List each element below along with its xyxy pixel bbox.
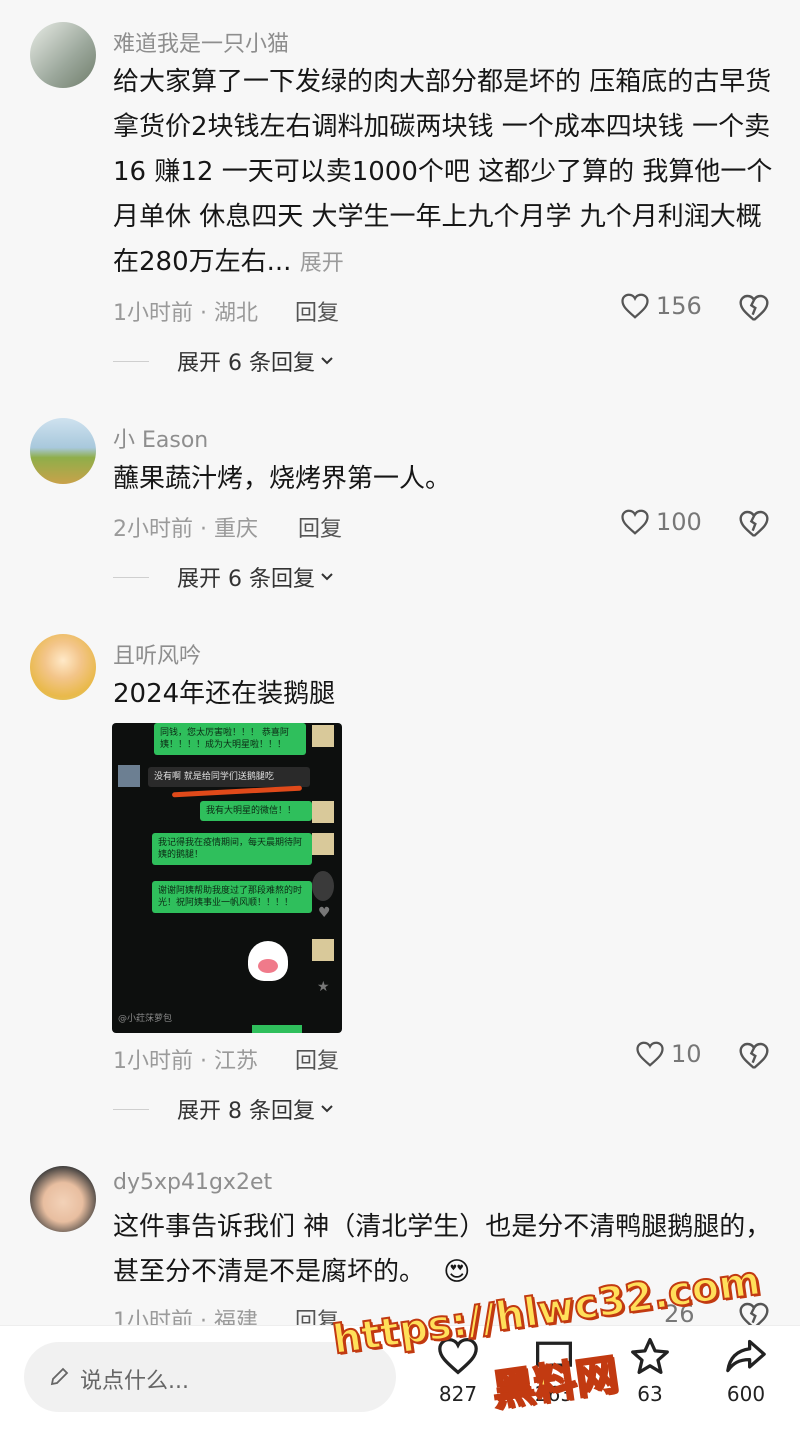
like-count: 10	[671, 1040, 702, 1068]
image-footer: @小荭莯萝包	[118, 1014, 173, 1024]
favorite-action[interactable]: 63	[610, 1336, 690, 1406]
comment-image[interactable]: 同钱，您太厉害啦！！！ 恭喜阿姨！！！！成为大明星啦！！！ 没有啊 就是给同学们…	[112, 723, 342, 1033]
comment-input-placeholder: 说点什么...	[80, 1369, 189, 1394]
expand-replies[interactable]: 展开 6 条回复	[113, 345, 335, 377]
expand-replies-label: 展开 6 条回复	[177, 351, 315, 376]
comment-text: 给大家算了一下发绿的肉大部分都是坏的 压箱底的古早货 拿货价2块钱左右调料加碳两…	[113, 60, 783, 286]
comment-username[interactable]: 难道我是一只小猫	[113, 26, 289, 58]
like-button[interactable]: 100	[620, 508, 702, 536]
share-action[interactable]: 600	[706, 1336, 786, 1406]
share-icon	[726, 1339, 766, 1373]
like-action-count: 827	[438, 1382, 478, 1406]
chevron-down-icon	[321, 573, 333, 581]
broken-heart-icon[interactable]	[738, 292, 770, 324]
avatar[interactable]	[30, 1166, 96, 1232]
avatar-thumb	[118, 765, 140, 787]
avatar[interactable]	[30, 22, 96, 88]
avatar-thumb	[312, 801, 334, 823]
avatar[interactable]	[30, 634, 96, 700]
avatar-thumb	[312, 871, 334, 901]
avatar-thumb	[312, 939, 334, 961]
chat-bubble: 我记得我在疫情期间，每天晨期待阿姨的鹅腿！	[152, 833, 312, 865]
like-count: 100	[656, 508, 702, 536]
chevron-down-icon	[321, 357, 333, 365]
heart-icon: ♥	[318, 905, 331, 921]
expand-replies-label: 展开 6 条回复	[177, 567, 315, 592]
broken-heart-icon[interactable]	[738, 1040, 770, 1072]
comment-meta: 1小时前 · 江苏	[113, 1049, 258, 1074]
comment-text: 2024年还在装鹅腿	[113, 679, 336, 709]
star-icon	[631, 1338, 669, 1374]
expand-replies-label: 展开 8 条回复	[177, 1099, 315, 1124]
like-button[interactable]: 156	[620, 292, 702, 320]
comment-meta: 1小时前 · 湖北	[113, 301, 258, 326]
chat-bubble: 谢谢阿姨帮助我度过了那段难熬的时光！祝阿姨事业一帆风顺！！！！	[152, 881, 312, 913]
comment-meta: 2小时前 · 重庆	[113, 517, 258, 542]
star-icon: ★	[317, 979, 330, 995]
divider	[113, 360, 149, 362]
favorite-action-count: 63	[637, 1382, 663, 1406]
share-action-count: 600	[726, 1382, 766, 1406]
reply-button[interactable]: 回复	[298, 511, 342, 543]
avatar-thumb	[312, 833, 334, 855]
divider	[113, 1108, 149, 1110]
comment-username[interactable]: 且听风吟	[113, 638, 201, 670]
comment-username[interactable]: 小 Eason	[113, 422, 208, 454]
heart-icon	[636, 1041, 664, 1067]
expand-text-link[interactable]: 展开	[300, 251, 344, 276]
avatar[interactable]	[30, 418, 96, 484]
emoji: 😍	[443, 1257, 471, 1287]
broken-heart-icon[interactable]	[738, 508, 770, 540]
sticker-face	[258, 959, 278, 973]
chat-bubble: 同钱，您太厉害啦！！！ 恭喜阿姨！！！！成为大明星啦！！！	[154, 723, 306, 755]
chat-bubble	[252, 1025, 302, 1033]
reply-button[interactable]: 回复	[295, 295, 339, 327]
comment-username[interactable]: dy5xp41gx2et	[113, 1170, 272, 1195]
like-button[interactable]: 10	[635, 1040, 702, 1068]
like-count: 156	[656, 292, 702, 320]
chevron-down-icon	[321, 1105, 333, 1113]
comment-text: 蘸果蔬汁烤，烧烤界第一人。	[113, 464, 452, 494]
heart-icon	[621, 509, 649, 535]
divider	[113, 576, 149, 578]
reply-button[interactable]: 回复	[295, 1043, 339, 1075]
heart-icon	[621, 293, 649, 319]
chat-bubble: 我有大明星的微信！！	[200, 801, 312, 821]
avatar-thumb	[312, 725, 334, 747]
chat-bubble: 没有啊 就是给同学们送鹅腿吃	[148, 767, 310, 787]
pencil-icon	[50, 1367, 69, 1386]
highlight-stroke	[171, 785, 303, 798]
comment-text-content: 给大家算了一下发绿的肉大部分都是坏的 压箱底的古早货 拿货价2块钱左右调料加碳两…	[113, 67, 773, 277]
expand-replies[interactable]: 展开 6 条回复	[113, 561, 335, 593]
expand-replies[interactable]: 展开 8 条回复	[113, 1093, 335, 1125]
